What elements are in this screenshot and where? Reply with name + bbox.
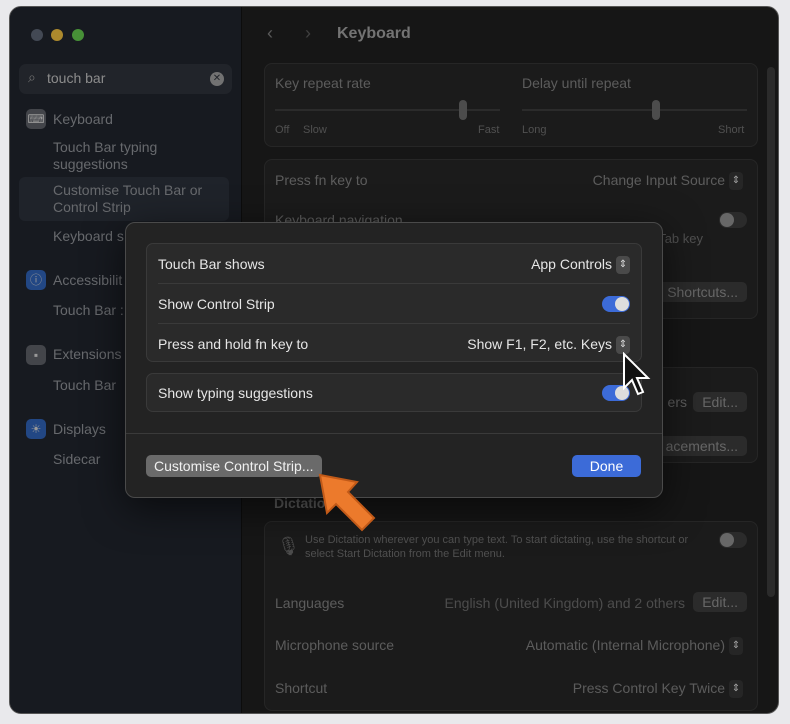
typing-group: Show typing suggestions: [146, 373, 642, 412]
touch-bar-shows-label: Touch Bar shows: [158, 256, 265, 272]
touch-bar-shows-select[interactable]: App Controls ⇕: [531, 244, 630, 284]
done-button[interactable]: Done: [572, 455, 641, 477]
touch-bar-shows-row: Touch Bar shows App Controls ⇕: [158, 244, 630, 284]
press-hold-fn-label: Press and hold fn key to: [158, 336, 309, 352]
stepper-icon: ⇕: [616, 256, 630, 275]
touch-bar-group: Touch Bar shows App Controls ⇕ Show Contr…: [146, 243, 642, 362]
typing-suggestions-label: Show typing suggestions: [158, 385, 313, 401]
press-hold-fn-row: Press and hold fn key to Show F1, F2, et…: [158, 324, 630, 364]
press-hold-fn-select[interactable]: Show F1, F2, etc. Keys ⇕: [467, 324, 630, 364]
control-strip-label: Show Control Strip: [158, 296, 275, 312]
control-strip-toggle[interactable]: [602, 296, 630, 312]
orange-arrow-icon: [318, 473, 376, 532]
control-strip-row: Show Control Strip: [158, 284, 630, 324]
divider: [126, 433, 662, 434]
customise-control-strip-button[interactable]: Customise Control Strip...: [146, 455, 322, 477]
mouse-cursor-icon: [623, 352, 651, 396]
touch-bar-settings-sheet: Touch Bar shows App Controls ⇕ Show Contr…: [125, 222, 663, 498]
typing-suggestions-row: Show typing suggestions: [158, 373, 630, 413]
